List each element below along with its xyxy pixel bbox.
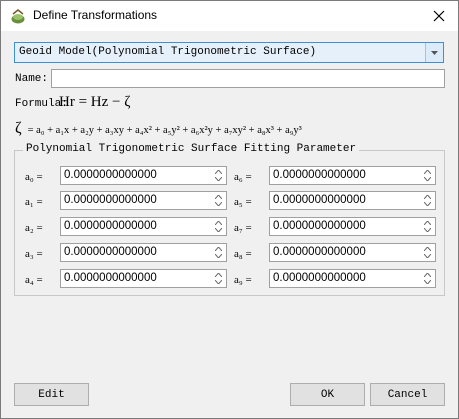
param-spinbox-a8[interactable]: 0.0000000000000 bbox=[269, 243, 436, 262]
param-value-a1: 0.0000000000000 bbox=[64, 194, 157, 206]
param-label-a5: a₅ = bbox=[234, 196, 252, 208]
param-spinbox-a3[interactable]: 0.0000000000000 bbox=[60, 243, 227, 262]
param-label-a9: a₉ = bbox=[234, 274, 252, 286]
param-label-a3: a₃ = bbox=[25, 248, 43, 260]
param-value-a3: 0.0000000000000 bbox=[64, 246, 157, 258]
param-value-a7: 0.0000000000000 bbox=[273, 220, 366, 232]
model-select-dropdown-button[interactable] bbox=[425, 43, 443, 62]
parameters-group-title: Polynomial Trigonometric Surface Fitting… bbox=[23, 143, 360, 155]
spin-arrows-icon[interactable] bbox=[212, 245, 224, 260]
chevron-down-icon bbox=[431, 50, 438, 55]
param-value-a2: 0.0000000000000 bbox=[64, 220, 157, 232]
name-input[interactable] bbox=[51, 69, 445, 88]
close-icon bbox=[433, 10, 445, 22]
param-spinbox-a1[interactable]: 0.0000000000000 bbox=[60, 191, 227, 210]
param-spinbox-a9[interactable]: 0.0000000000000 bbox=[269, 269, 436, 288]
spin-arrows-icon[interactable] bbox=[212, 168, 224, 183]
model-select[interactable]: Geoid Model(Polynomial Trigonometric Sur… bbox=[14, 42, 444, 63]
spin-arrows-icon[interactable] bbox=[212, 193, 224, 208]
param-value-a9: 0.0000000000000 bbox=[273, 272, 366, 284]
param-spinbox-a4[interactable]: 0.0000000000000 bbox=[60, 269, 227, 288]
param-label-a6: a₆ = bbox=[234, 171, 252, 183]
param-label-a8: a₈ = bbox=[234, 248, 252, 260]
zeta-symbol: ζ bbox=[15, 120, 22, 137]
polynomial-expression: = a₀ + a₁x + a₂y + a₃xy + a₄x² + a₅y² + … bbox=[27, 125, 302, 136]
param-label-a7: a₇ = bbox=[234, 222, 252, 234]
param-label-a1: a₁ = bbox=[25, 196, 43, 208]
param-spinbox-a7[interactable]: 0.0000000000000 bbox=[269, 217, 436, 236]
spin-arrows-icon[interactable] bbox=[421, 193, 433, 208]
spin-arrows-icon[interactable] bbox=[421, 168, 433, 183]
spin-arrows-icon[interactable] bbox=[212, 219, 224, 234]
param-label-a0: a₀ = bbox=[25, 171, 43, 183]
polynomial-formula: ζ = a₀ + a₁x + a₂y + a₃xy + a₄x² + a₅y² +… bbox=[15, 120, 302, 138]
param-spinbox-a6[interactable]: 0.0000000000000 bbox=[269, 166, 436, 185]
name-label: Name: bbox=[15, 73, 49, 85]
spin-arrows-icon[interactable] bbox=[212, 271, 224, 286]
param-value-a8: 0.0000000000000 bbox=[273, 246, 366, 258]
spin-arrows-icon[interactable] bbox=[421, 219, 433, 234]
window-title: Define Transformations bbox=[33, 8, 158, 22]
param-label-a2: a₂ = bbox=[25, 222, 43, 234]
close-button[interactable] bbox=[427, 4, 451, 28]
param-value-a4: 0.0000000000000 bbox=[64, 272, 157, 284]
param-label-a4: a₄ = bbox=[25, 274, 43, 286]
spin-arrows-icon[interactable] bbox=[421, 245, 433, 260]
param-spinbox-a5[interactable]: 0.0000000000000 bbox=[269, 191, 436, 210]
cancel-button[interactable]: Cancel bbox=[370, 383, 445, 406]
model-select-value: Geoid Model(Polynomial Trigonometric Sur… bbox=[19, 46, 317, 58]
formula-expression: Hr = Hz − ζ bbox=[59, 94, 131, 110]
spin-arrows-icon[interactable] bbox=[421, 271, 433, 286]
param-spinbox-a0[interactable]: 0.0000000000000 bbox=[60, 166, 227, 185]
param-spinbox-a2[interactable]: 0.0000000000000 bbox=[60, 217, 227, 236]
param-value-a0: 0.0000000000000 bbox=[64, 169, 157, 181]
title-bar: Define Transformations bbox=[1, 1, 458, 31]
app-icon bbox=[11, 9, 25, 24]
define-transformations-dialog: Define Transformations Geoid Model(Polyn… bbox=[0, 0, 459, 419]
param-value-a6: 0.0000000000000 bbox=[273, 169, 366, 181]
param-value-a5: 0.0000000000000 bbox=[273, 194, 366, 206]
edit-button[interactable]: Edit bbox=[14, 383, 89, 406]
ok-button[interactable]: OK bbox=[290, 383, 365, 406]
